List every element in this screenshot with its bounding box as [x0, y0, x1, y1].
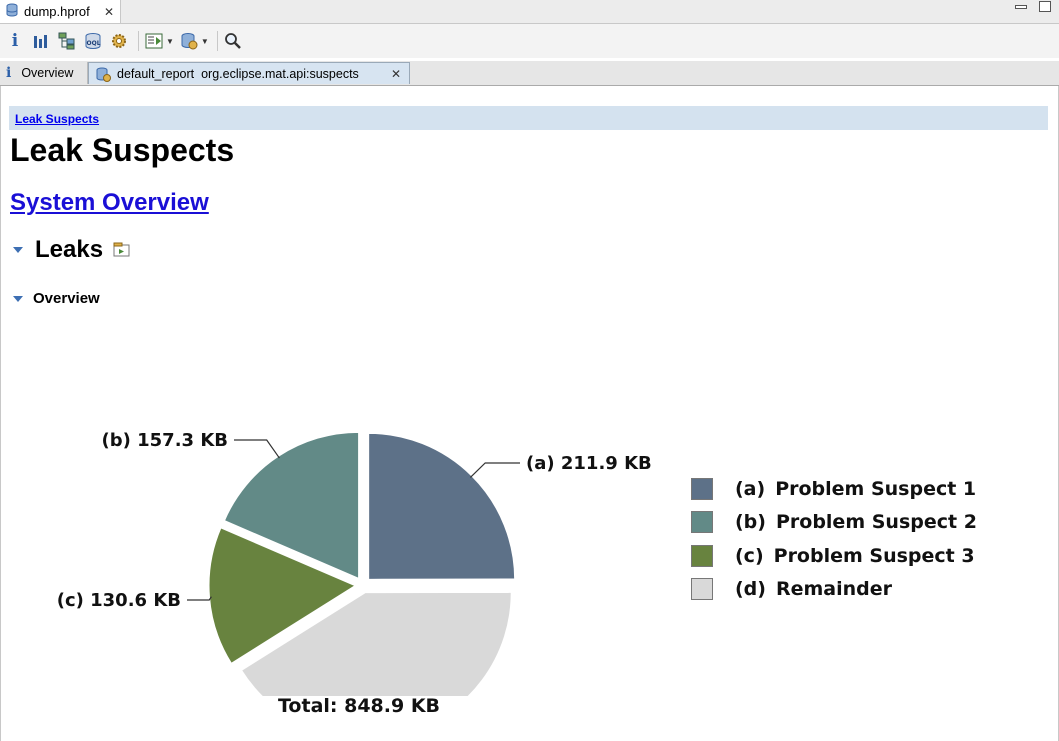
- info-icon: i: [6, 65, 12, 81]
- tab-default-report[interactable]: default_report org.eclipse.mat.api:suspe…: [88, 62, 410, 84]
- editor-tabbar: dump.hprof ✕: [0, 0, 1059, 24]
- overview-section-heading: Overview: [13, 290, 100, 307]
- pie-leader-line: [234, 439, 280, 459]
- open-details-icon[interactable]: [113, 242, 131, 263]
- toolbar-separator: [138, 31, 139, 51]
- pie-leader-line: [469, 462, 520, 478]
- legend-label: Problem Suspect 3: [773, 544, 975, 567]
- leak-suspects-pie-chart: (a) 211.9 KB(d) 348.9 KB(c) 130.6 KB(b) …: [57, 430, 652, 696]
- reports-icon[interactable]: [143, 30, 165, 52]
- legend-item: (c) Problem Suspect 3: [691, 539, 977, 573]
- maximize-icon[interactable]: [1039, 1, 1051, 12]
- toolbar: i OQL ▼ ▼: [0, 24, 1059, 58]
- legend-key: (d): [735, 578, 766, 601]
- search-icon[interactable]: [222, 30, 244, 52]
- toolbar-separator: [216, 31, 218, 51]
- minimize-icon[interactable]: [1015, 5, 1027, 9]
- legend-swatch: [691, 544, 713, 567]
- overview-title: Overview: [33, 290, 100, 307]
- thread-overview-icon[interactable]: [108, 30, 130, 52]
- legend-swatch: [691, 578, 713, 601]
- histogram-icon[interactable]: [30, 30, 52, 52]
- tab-overview[interactable]: i Overview: [0, 62, 88, 84]
- tab-report-label: default_report org.eclipse.mat.api:suspe…: [117, 66, 359, 81]
- legend-label: Problem Suspect 2: [775, 511, 977, 534]
- legend-label: Remainder: [775, 578, 893, 601]
- breadcrumb: Leak Suspects: [9, 106, 1048, 130]
- chevron-down-icon[interactable]: ▼: [201, 37, 209, 46]
- close-icon[interactable]: ✕: [104, 5, 114, 19]
- tab-overview-label: Overview: [21, 66, 74, 80]
- legend-key: (c): [735, 544, 764, 567]
- legend-key: (b): [735, 511, 766, 534]
- pie-slice-label: (c) 130.6 KB: [57, 590, 181, 611]
- legend-swatch: [691, 477, 713, 500]
- leaks-title: Leaks: [35, 236, 104, 263]
- editor-tab-dump-hprof[interactable]: dump.hprof ✕: [0, 0, 121, 23]
- page-title: Leak Suspects: [10, 132, 235, 168]
- report-icon: [95, 66, 111, 82]
- svg-text:OQL: OQL: [87, 40, 101, 47]
- pie-leader-line: [187, 596, 212, 601]
- collapse-toggle-icon[interactable]: [13, 247, 23, 253]
- heap-dump-icon: [6, 3, 18, 20]
- info-icon[interactable]: i: [4, 30, 26, 52]
- inner-tabbar: i Overview default_report org.eclipse.ma…: [0, 61, 1059, 86]
- pie-slice-label: (a) 211.9 KB: [526, 453, 652, 474]
- legend-swatch: [691, 511, 713, 534]
- chevron-down-icon[interactable]: ▼: [166, 37, 174, 46]
- dominator-tree-icon[interactable]: [56, 30, 78, 52]
- system-overview-link[interactable]: System Overview: [10, 189, 209, 217]
- legend-item: (a) Problem Suspect 1: [691, 472, 977, 506]
- close-icon[interactable]: ✕: [391, 67, 401, 81]
- legend-label: Problem Suspect 1: [775, 477, 977, 500]
- legend-key: (a): [735, 477, 766, 500]
- oql-icon[interactable]: OQL: [82, 30, 104, 52]
- pie-slice-label: (b) 157.3 KB: [102, 430, 228, 451]
- heap-dump-actions-icon[interactable]: [178, 30, 200, 52]
- chart-legend: (a) Problem Suspect 1 (b) Problem Suspec…: [691, 472, 977, 606]
- legend-item: (b) Problem Suspect 2: [691, 506, 977, 540]
- report-content: Leak Suspects Leak Suspects System Overv…: [0, 86, 1059, 741]
- breadcrumb-link-leak-suspects[interactable]: Leak Suspects: [15, 112, 99, 126]
- pie-slice: [368, 432, 516, 580]
- leaks-section-heading: Leaks: [13, 236, 131, 264]
- chart-total: Total: 848.9 KB: [278, 695, 441, 717]
- collapse-toggle-icon[interactable]: [13, 295, 23, 302]
- legend-item: (d) Remainder: [691, 573, 977, 607]
- editor-tab-label: dump.hprof: [24, 4, 90, 19]
